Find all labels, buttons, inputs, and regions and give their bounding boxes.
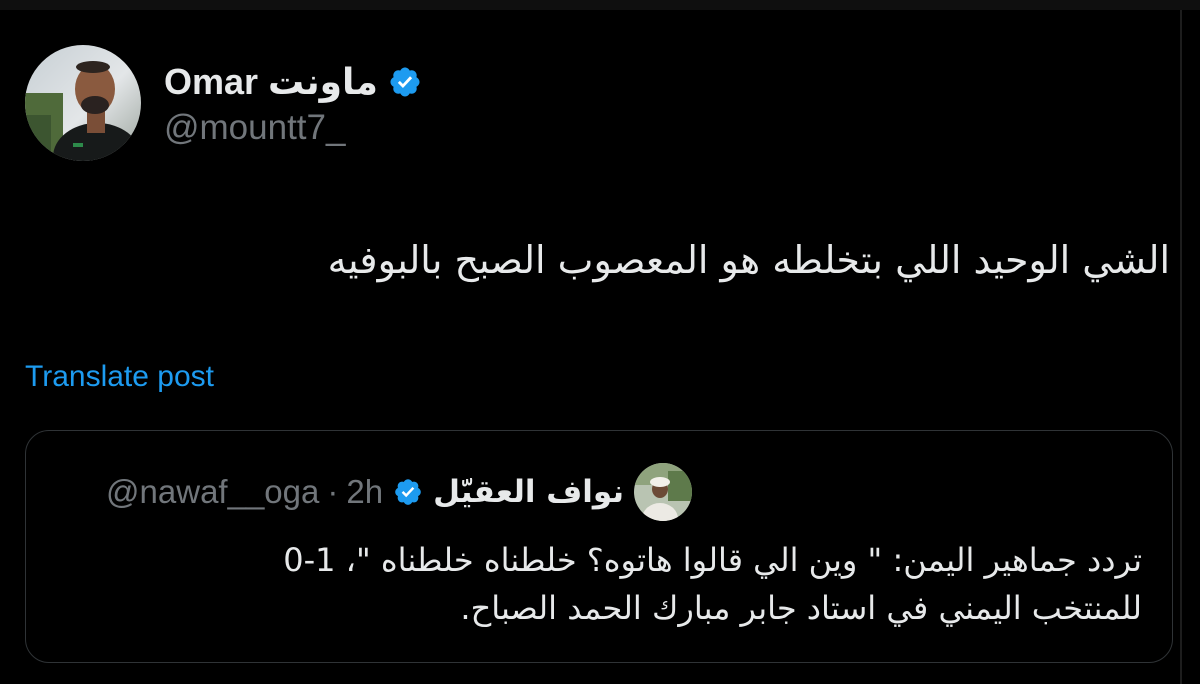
quoted-author-avatar[interactable] <box>634 463 692 521</box>
author-handle[interactable]: @mountt7_ <box>164 108 345 148</box>
profile-photo-icon <box>25 45 141 161</box>
author-name-row: Omar ماونت <box>164 58 422 106</box>
quoted-post-time[interactable]: 2h <box>346 473 383 511</box>
meta-separator: · <box>327 473 339 510</box>
quoted-author-name[interactable]: نواف العقيّل <box>433 474 624 510</box>
tweet-screenshot: Omar ماونت @mountt7_ الشي الوحيد اللي بت… <box>0 0 1200 684</box>
author-avatar[interactable] <box>25 45 141 161</box>
post-text: الشي الوحيد اللي بتخلطه هو المعصوب الصبح… <box>327 238 1170 282</box>
quoted-verified-badge-icon <box>393 477 423 507</box>
verified-badge-icon <box>388 65 422 99</box>
quoted-profile-photo-icon <box>634 463 692 521</box>
quoted-post-card[interactable]: نواف العقيّل @nawaf__oga · 2h تردد جماهي… <box>25 430 1173 663</box>
quoted-text-line: تردد جماهير اليمن: " وين الي قالوا هاتوه… <box>283 541 1142 579</box>
author-display-name[interactable]: Omar ماونت <box>164 61 378 103</box>
quoted-post-text: تردد جماهير اليمن: " وين الي قالوا هاتوه… <box>62 536 1142 632</box>
quoted-text-line: للمنتخب اليمني في استاد جابر مبارك الحمد… <box>460 589 1142 627</box>
top-bar <box>0 0 1200 10</box>
quoted-author-handle[interactable]: @nawaf__oga <box>106 473 319 511</box>
translate-post-link[interactable]: Translate post <box>25 360 214 394</box>
scrollbar[interactable] <box>1180 10 1182 684</box>
quoted-post-meta: @nawaf__oga · 2h <box>98 473 383 511</box>
quoted-post-header: نواف العقيّل @nawaf__oga · 2h <box>98 463 692 521</box>
